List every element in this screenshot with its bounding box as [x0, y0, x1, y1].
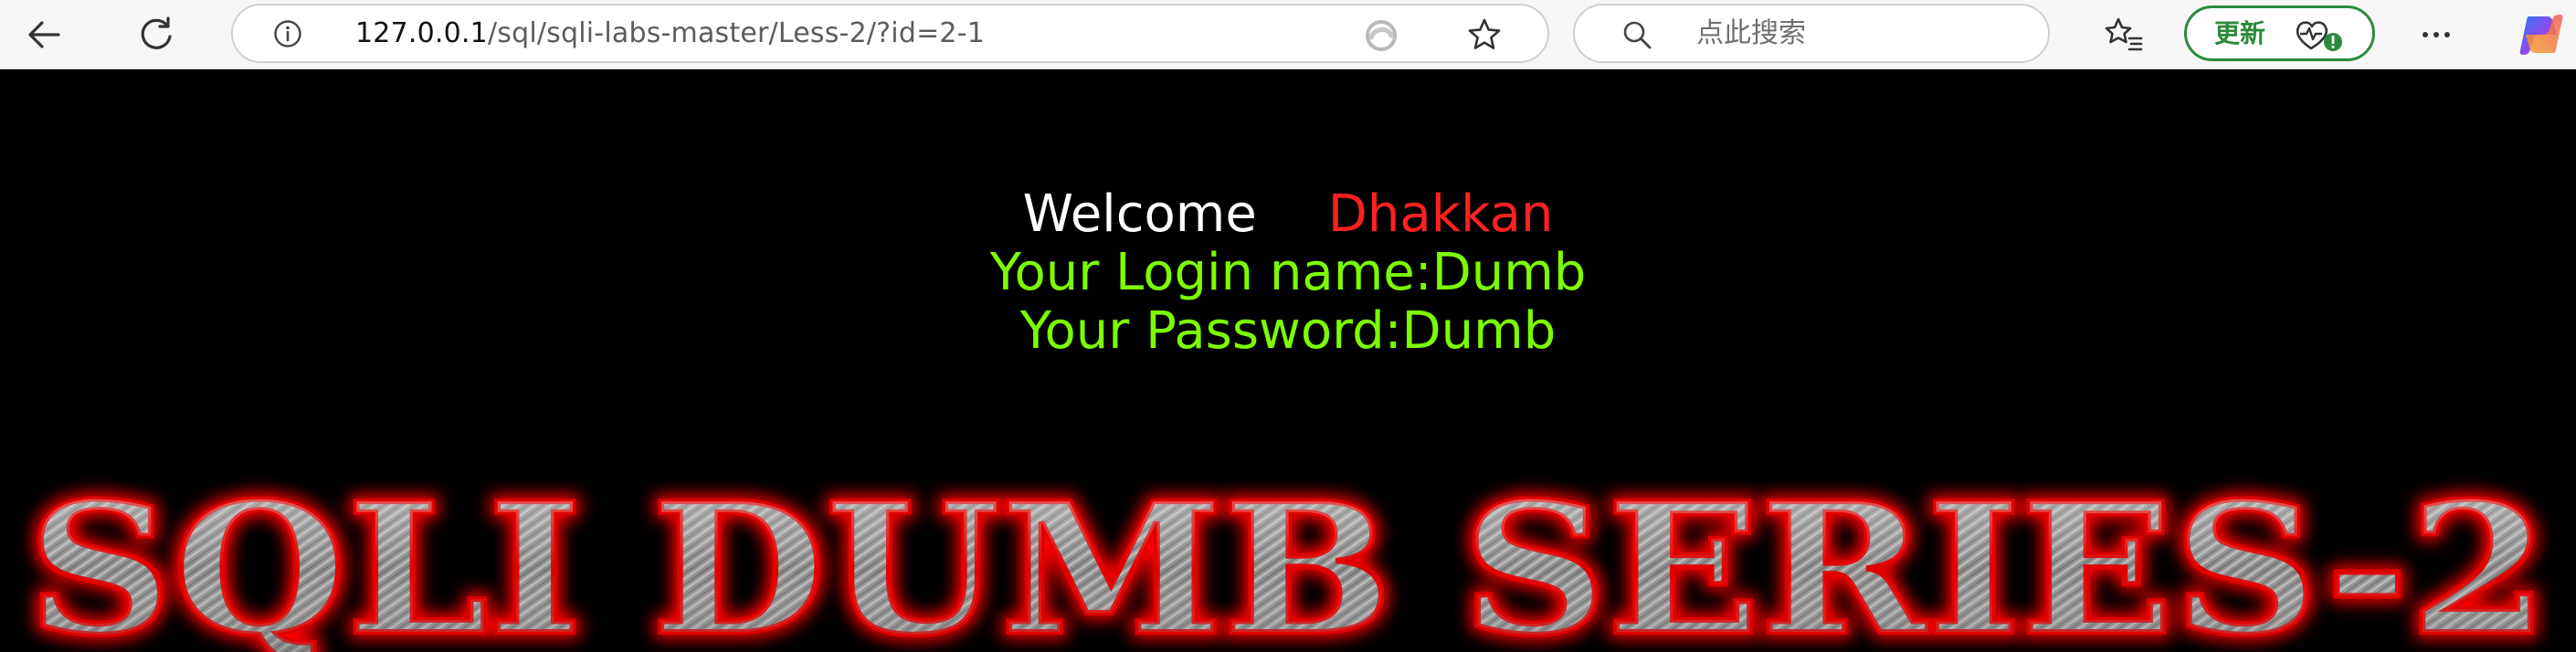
banner-shine: SQLI DUMB SERIES-2 [27, 477, 2549, 652]
welcome-line: Welcome Dhakkan [0, 184, 2576, 245]
favorites-list-icon [2105, 17, 2143, 51]
edge-read-icon[interactable] [1363, 17, 1399, 54]
more-options-button[interactable] [2409, 7, 2464, 62]
back-button[interactable] [16, 7, 71, 62]
url-host: 127.0.0.1 [355, 17, 488, 49]
update-label: 更新 [2214, 18, 2266, 48]
browser-toolbar: 127.0.0.1/sql/sqli-labs-master/Less-2/?i… [0, 0, 2576, 69]
copilot-button[interactable] [2514, 7, 2569, 62]
url-text[interactable]: 127.0.0.1/sql/sqli-labs-master/Less-2/?i… [355, 5, 985, 61]
address-bar[interactable]: 127.0.0.1/sql/sqli-labs-master/Less-2/?i… [231, 4, 1549, 63]
more-dots-icon [2423, 32, 2450, 37]
url-path: /sql/sqli-labs-master/Less-2/?id=2-1 [487, 17, 986, 49]
site-info-icon[interactable] [273, 19, 302, 48]
search-placeholder: 点此搜索 [1696, 17, 1806, 49]
search-icon [1623, 21, 1652, 49]
welcome-text: Welcome [1022, 184, 1257, 244]
search-box[interactable]: 点此搜索 [1573, 4, 2050, 63]
back-arrow-icon [28, 21, 60, 48]
sqli-dumb-series-banner: SQLI DUMB SERIES-2 SQLI DUMB SERIES-2 SQ… [21, 477, 2555, 652]
password-line: Your Password:Dumb [1019, 301, 1557, 361]
login-name-line: Your Login name:Dumb [989, 243, 1587, 302]
copilot-icon [2519, 15, 2563, 55]
refresh-button[interactable] [129, 7, 184, 62]
browser-essentials-icon [2296, 21, 2342, 51]
update-button[interactable]: 更新 [2184, 5, 2375, 61]
favorite-star-icon[interactable] [1466, 16, 1503, 53]
favorites-button[interactable] [2096, 7, 2151, 62]
page-content: Welcome Dhakkan Your Login name:Dumb Your… [0, 70, 2576, 652]
user-name: Dhakkan [1327, 184, 1554, 244]
refresh-icon [141, 16, 172, 49]
